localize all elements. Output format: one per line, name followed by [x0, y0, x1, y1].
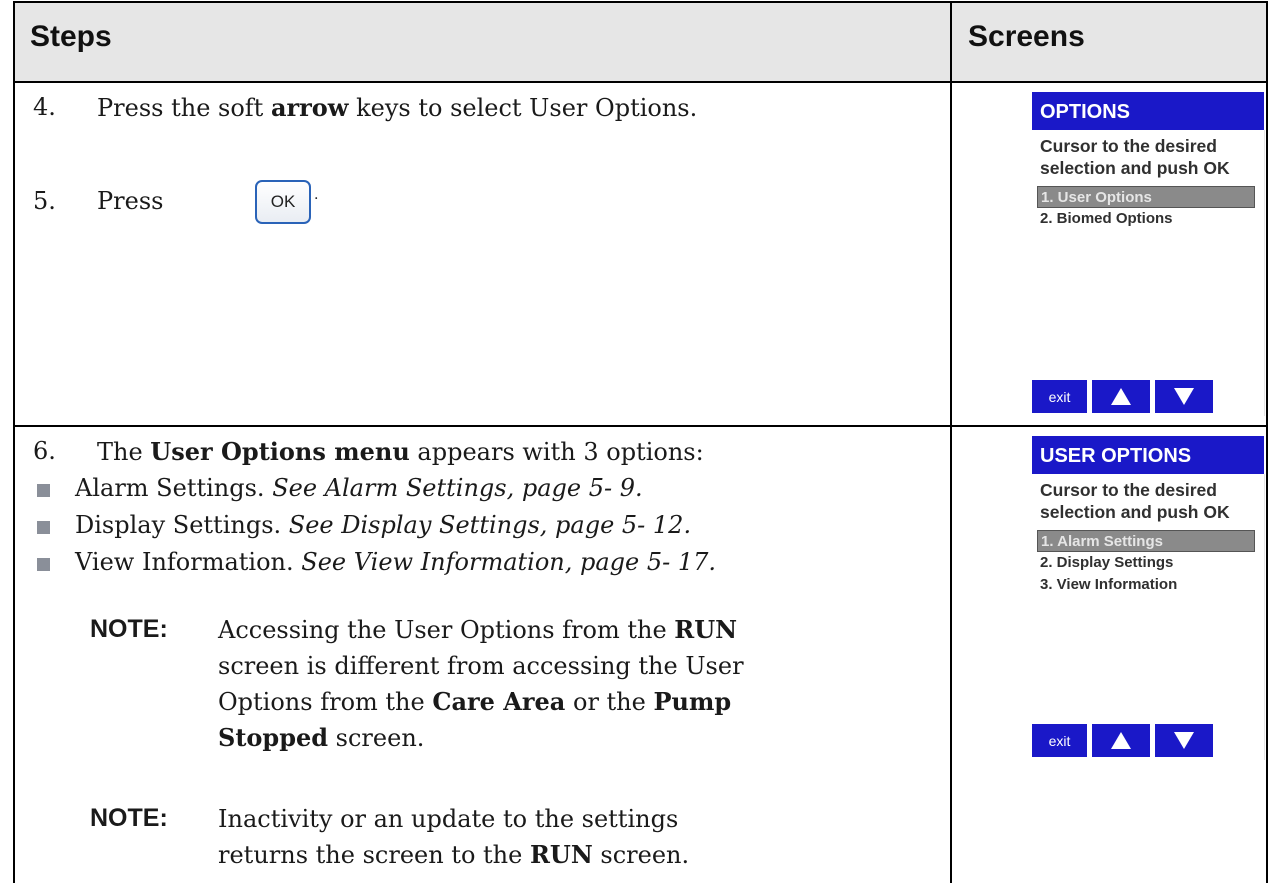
- table-border-header: [13, 81, 1268, 83]
- options-screen: OPTIONS Cursor to the desired selection …: [1032, 92, 1265, 416]
- bullet-icon: [37, 484, 50, 497]
- screen-body: Cursor to the desired selection and push…: [1032, 474, 1265, 760]
- note-text: Accessing the User Options from the RUN …: [218, 615, 744, 752]
- step-5-text: Press: [97, 187, 164, 215]
- steps-column-header: Steps: [30, 20, 112, 53]
- down-arrow-key[interactable]: [1155, 380, 1213, 413]
- up-arrow-icon: [1111, 388, 1131, 405]
- up-arrow-key[interactable]: [1092, 724, 1150, 757]
- menu-item-user-options[interactable]: 1. User Options: [1037, 186, 1255, 208]
- ok-button[interactable]: OK: [255, 180, 311, 224]
- bullet-display-settings: Display Settings. See Display Settings, …: [75, 511, 692, 539]
- note-label: NOTE:: [90, 804, 168, 832]
- screen-instruction: Cursor to the desired selection and push…: [1040, 136, 1230, 178]
- exit-key[interactable]: exit: [1032, 380, 1087, 413]
- bullet-icon: [37, 521, 50, 534]
- table-border-middle: [950, 1, 952, 883]
- down-arrow-icon: [1174, 732, 1194, 749]
- table-border-right: [1266, 1, 1268, 883]
- down-arrow-icon: [1174, 388, 1194, 405]
- screen-instruction: Cursor to the desired selection and push…: [1040, 480, 1230, 522]
- step-number: 4.: [33, 93, 56, 121]
- bullet-alarm-settings: Alarm Settings. See Alarm Settings, page…: [75, 474, 643, 502]
- step-number: 6.: [33, 437, 56, 465]
- step-number: 5.: [33, 187, 56, 215]
- menu-item-display-settings[interactable]: 2. Display Settings: [1037, 552, 1255, 574]
- table-border-left: [13, 1, 15, 883]
- screen-title: USER OPTIONS: [1032, 436, 1264, 474]
- bullet-view-information: View Information. See View Information, …: [75, 548, 717, 576]
- up-arrow-key[interactable]: [1092, 380, 1150, 413]
- step-5-period: .: [314, 187, 319, 203]
- step-6-text: The User Options menu appears with 3 opt…: [97, 437, 704, 466]
- screen-title: OPTIONS: [1032, 92, 1264, 130]
- up-arrow-icon: [1111, 732, 1131, 749]
- note-label: NOTE:: [90, 615, 168, 643]
- exit-key[interactable]: exit: [1032, 724, 1087, 757]
- screen-body: Cursor to the desired selection and push…: [1032, 130, 1265, 416]
- user-options-screen: USER OPTIONS Cursor to the desired selec…: [1032, 436, 1265, 760]
- menu-item-view-information[interactable]: 3. View Information: [1037, 574, 1255, 596]
- screens-column-header: Screens: [968, 20, 1085, 53]
- menu-item-alarm-settings[interactable]: 1. Alarm Settings: [1037, 530, 1255, 552]
- step-4-text: Press the soft arrow keys to select User…: [97, 93, 698, 122]
- down-arrow-key[interactable]: [1155, 724, 1213, 757]
- bullet-icon: [37, 558, 50, 571]
- table-border-row: [13, 425, 1268, 427]
- menu-item-biomed-options[interactable]: 2. Biomed Options: [1037, 208, 1255, 230]
- note-text: Inactivity or an update to the settings …: [218, 805, 690, 869]
- table-border-top: [13, 1, 1268, 3]
